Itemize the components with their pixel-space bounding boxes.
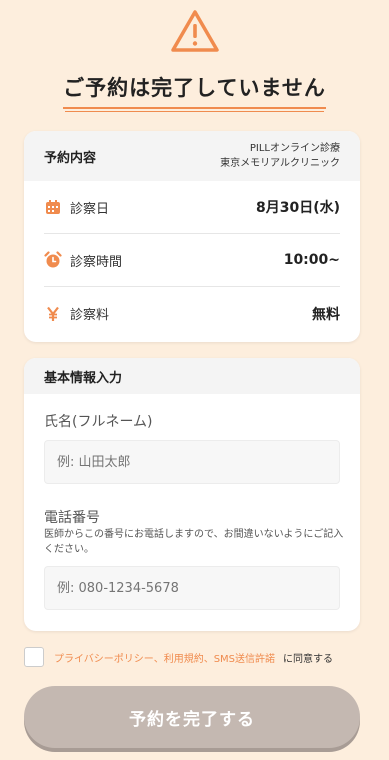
clinic-name: PILLオンライン診療 東京メモリアルクリニック xyxy=(220,141,340,171)
clinic-line-1: PILLオンライン診療 xyxy=(249,143,340,154)
complete-reservation-button[interactable]: 予約を完了する xyxy=(24,686,360,748)
time-label: 診察時間 xyxy=(70,254,123,270)
yen-icon xyxy=(44,305,62,323)
name-label: 氏名(フルネーム) xyxy=(44,414,153,430)
terms-links[interactable]: プライバシーポリシー、利用規約、SMS送信許諾 xyxy=(54,650,275,665)
fee-value: 無料 xyxy=(312,306,340,323)
fee-label: 診察料 xyxy=(70,308,110,323)
basic-info-card: 基本情報入力 氏名(フルネーム) 電話番号 医師からこの番号にお電話しますので、… xyxy=(24,358,360,631)
name-input[interactable] xyxy=(44,440,340,484)
agreement-row: プライバシーポリシー、利用規約、SMS送信許諾 に同意する xyxy=(24,646,364,668)
phone-label: 電話番号 xyxy=(44,510,100,526)
time-value: 10:00~ xyxy=(283,252,340,268)
reservation-summary-card: 予約内容 PILLオンライン診療 東京メモリアルクリニック 診察日 8月30日(… xyxy=(24,131,360,342)
basic-info-header: 基本情報入力 xyxy=(24,358,360,394)
summary-header: 予約内容 PILLオンライン診療 東京メモリアルクリニック xyxy=(24,131,360,181)
summary-row-time: 診察時間 10:00~ xyxy=(44,234,340,287)
basic-info-heading: 基本情報入力 xyxy=(44,370,123,386)
date-label: 診察日 xyxy=(70,201,110,217)
alarm-clock-icon xyxy=(44,251,62,269)
summary-heading: 予約内容 xyxy=(44,150,97,166)
page-title: ご予約は完了していません xyxy=(63,72,326,109)
agree-text: に同意する xyxy=(283,653,334,665)
agree-checkbox[interactable] xyxy=(24,647,44,667)
summary-row-date: 診察日 8月30日(水) xyxy=(44,181,340,234)
clinic-line-2: 東京メモリアルクリニック xyxy=(220,158,340,169)
warning-icon xyxy=(0,8,389,58)
calendar-icon xyxy=(44,198,62,216)
phone-note: 医師からこの番号にお電話しますので、お間違いないようにご記入ください。 xyxy=(44,529,344,555)
date-value: 8月30日(水) xyxy=(255,200,340,216)
summary-row-fee: 診察料 無料 xyxy=(44,287,340,340)
phone-input[interactable] xyxy=(44,566,340,610)
